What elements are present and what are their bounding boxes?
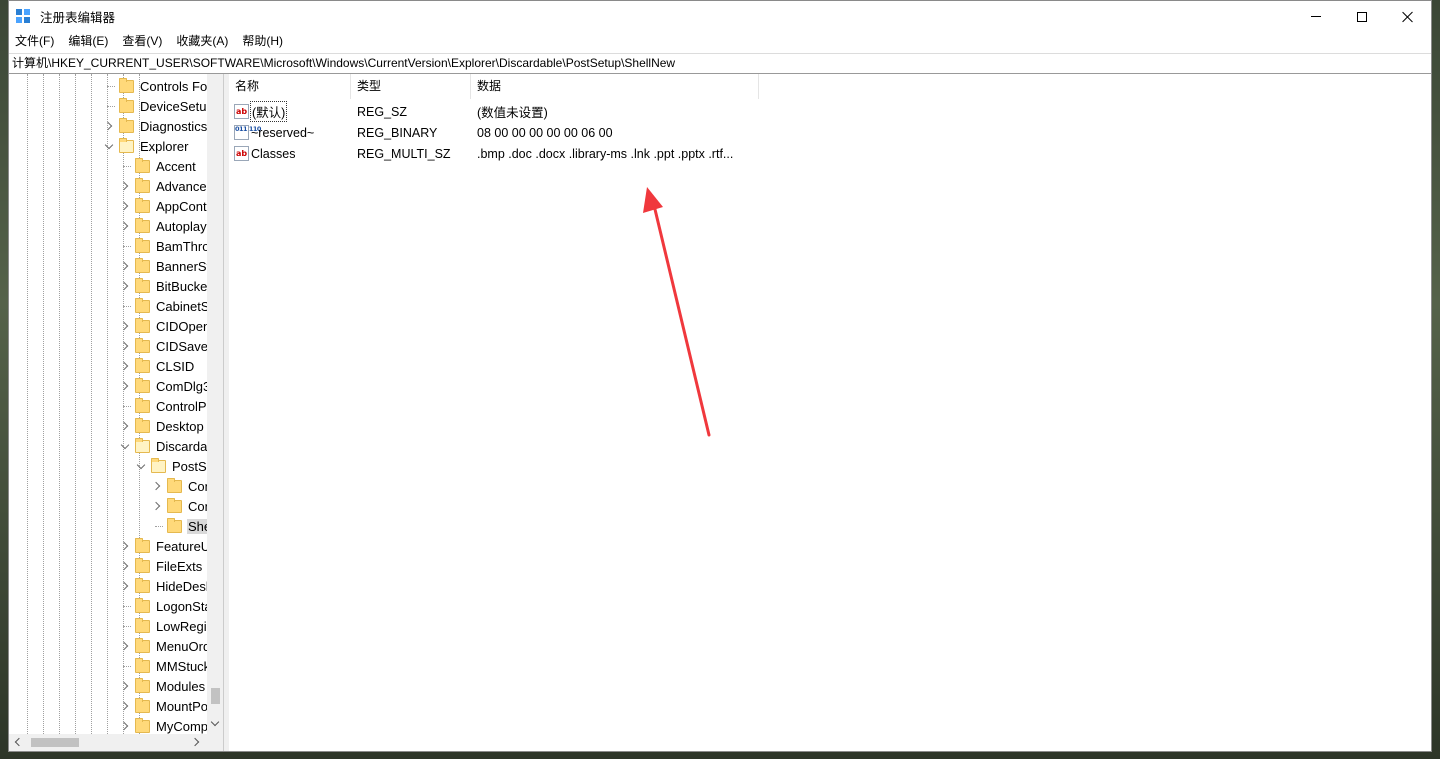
annotation-arrow <box>643 187 711 437</box>
registry-editor-window: 注册表编辑器 文件(F) 编辑(E) 查看(V) 收藏夹(A) 帮助(H) 计算… <box>8 0 1432 752</box>
annotation-arrow-shaft <box>651 199 711 437</box>
annotation-arrow-head <box>643 187 663 213</box>
